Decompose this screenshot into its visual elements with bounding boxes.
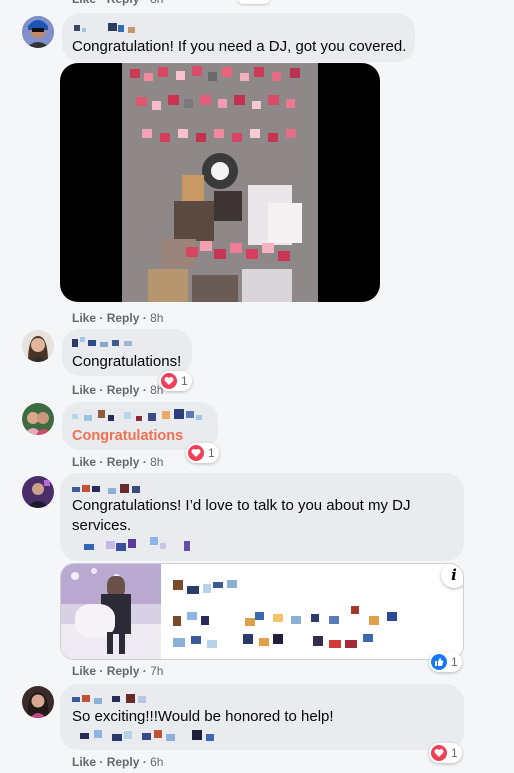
like-link[interactable]: Like (72, 455, 96, 469)
comment-meta-top: Like · Reply · 8h (72, 0, 163, 7)
reply-link[interactable]: Reply (107, 755, 140, 769)
reaction-count: 1 (208, 446, 215, 460)
link-preview-card[interactable]: i (60, 563, 464, 660)
reaction-count: 1 (451, 655, 458, 669)
like-link[interactable]: Like (72, 664, 96, 678)
comment-time: 8h (150, 455, 164, 469)
reaction-summary[interactable]: 1 (159, 371, 192, 391)
comment-time: 8h (150, 0, 163, 6)
comment-bubble: So exciting!!!Would be honored to help! (60, 684, 464, 750)
avatar[interactable] (22, 686, 54, 718)
comment-text: Congratulations! (72, 353, 182, 370)
commenter-name[interactable] (72, 409, 212, 423)
reaction-chip-top[interactable] (238, 0, 270, 4)
blurred-signature (80, 728, 230, 744)
blurred-photo (122, 63, 318, 302)
comment-text: Congratulation! If you need a DJ, got yo… (72, 38, 407, 55)
reply-link[interactable]: Reply (107, 455, 140, 469)
comment-bubble: Congratulation! If you need a DJ, got yo… (62, 13, 415, 62)
reaction-summary[interactable]: 1 (186, 443, 219, 463)
reply-link[interactable]: Reply (107, 383, 140, 397)
comment-time: 6h (150, 755, 164, 769)
comment-meta: Like · Reply · 8h (72, 383, 164, 397)
blurred-signature (80, 537, 200, 555)
like-link[interactable]: Like (72, 755, 96, 769)
blurred-link-text (173, 576, 413, 656)
commenter-name[interactable] (72, 482, 162, 496)
comment-meta: Like · Reply · 7h (72, 664, 164, 678)
avatar[interactable] (22, 16, 54, 48)
like-link[interactable]: Like (72, 311, 96, 325)
like-link[interactable]: Like (72, 383, 96, 397)
link-thumbnail (61, 564, 161, 659)
like-link[interactable]: Like (72, 0, 96, 6)
comment-text: So exciting!!!Would be honored to help! (72, 708, 334, 725)
comment-time: 8h (150, 311, 164, 325)
comment-meta: Like · Reply · 8h (72, 311, 164, 325)
reply-link[interactable]: Reply (107, 664, 140, 678)
reaction-count: 1 (181, 374, 188, 388)
comment-meta: Like · Reply · 6h (72, 755, 164, 769)
commenter-name[interactable] (72, 692, 162, 706)
reply-link[interactable]: Reply (107, 311, 140, 325)
reaction-count: 1 (451, 746, 458, 760)
avatar[interactable] (22, 403, 54, 435)
comment-text: Congratulations (72, 428, 184, 444)
commenter-name[interactable] (72, 336, 152, 350)
comment-time: 8h (150, 383, 164, 397)
comment-meta: Like · Reply · 8h (72, 455, 164, 469)
like-reaction-icon (431, 654, 447, 670)
comment-bubble: Congratulations! (62, 329, 192, 376)
reaction-summary[interactable]: 1 (429, 743, 462, 763)
comment-time: 7h (150, 664, 164, 678)
comment-bubble: Congratulations! I’d love to talk to you… (60, 473, 464, 561)
reaction-summary[interactable]: 1 (429, 652, 462, 672)
love-reaction-icon (431, 745, 447, 761)
love-reaction-icon (188, 445, 204, 461)
commenter-name[interactable] (72, 22, 162, 36)
comment-media-attachment[interactable] (60, 63, 380, 302)
avatar[interactable] (22, 330, 54, 362)
avatar[interactable] (22, 476, 54, 508)
info-icon[interactable]: i (441, 564, 463, 588)
reply-link[interactable]: Reply (107, 0, 140, 6)
comment-text: Congratulations! I’d love to talk to you… (72, 497, 411, 534)
